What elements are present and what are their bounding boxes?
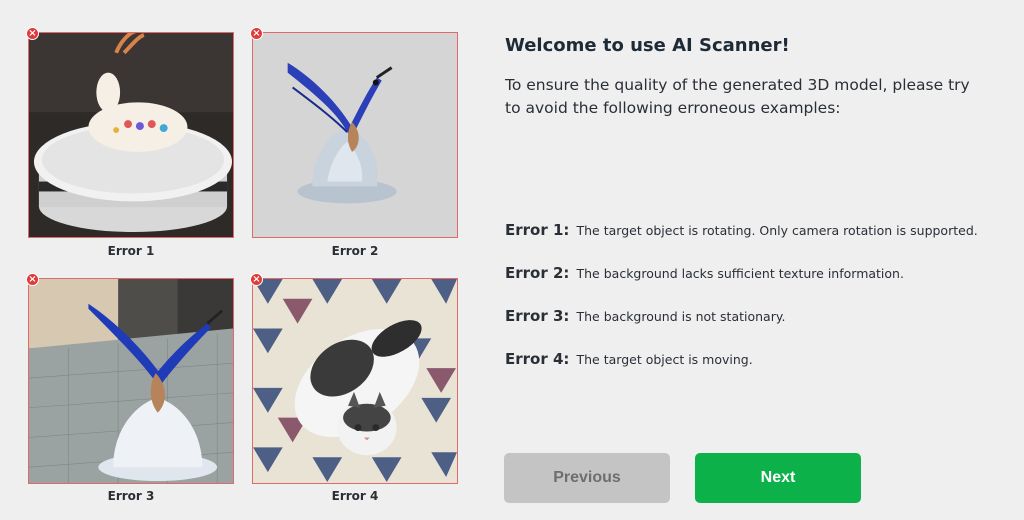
example-image-3 [28, 278, 234, 484]
error-description: The background lacks sufficient texture … [576, 266, 904, 281]
error-label: Error 2: [505, 264, 570, 282]
error-x-icon: × [250, 27, 263, 40]
example-caption-3: Error 3 [107, 489, 155, 503]
welcome-title: Welcome to use AI Scanner! [505, 35, 790, 56]
error-item-4: Error 4: The target object is moving. [505, 349, 753, 368]
next-button[interactable]: Next [695, 453, 861, 503]
example-image-1 [28, 32, 234, 238]
error-label: Error 3: [505, 307, 570, 325]
error-x-icon: × [250, 273, 263, 286]
example-caption-2: Error 2 [331, 244, 379, 258]
example-caption-4: Error 4 [331, 489, 379, 503]
error-description: The target object is rotating. Only came… [576, 223, 978, 238]
error-x-icon: × [26, 273, 39, 286]
error-item-3: Error 3: The background is not stationar… [505, 306, 785, 325]
error-description: The background is not stationary. [576, 309, 786, 324]
welcome-intro: To ensure the quality of the generated 3… [505, 76, 970, 117]
example-caption-1: Error 1 [107, 244, 155, 258]
error-x-icon: × [26, 27, 39, 40]
example-image-4 [252, 278, 458, 484]
error-item-2: Error 2: The background lacks sufficient… [505, 263, 904, 282]
error-label: Error 1: [505, 221, 570, 239]
error-item-1: Error 1: The target object is rotating. … [505, 220, 978, 239]
example-image-2 [252, 32, 458, 238]
error-label: Error 4: [505, 350, 570, 368]
error-description: The target object is moving. [576, 352, 753, 367]
previous-button[interactable]: Previous [504, 453, 670, 503]
